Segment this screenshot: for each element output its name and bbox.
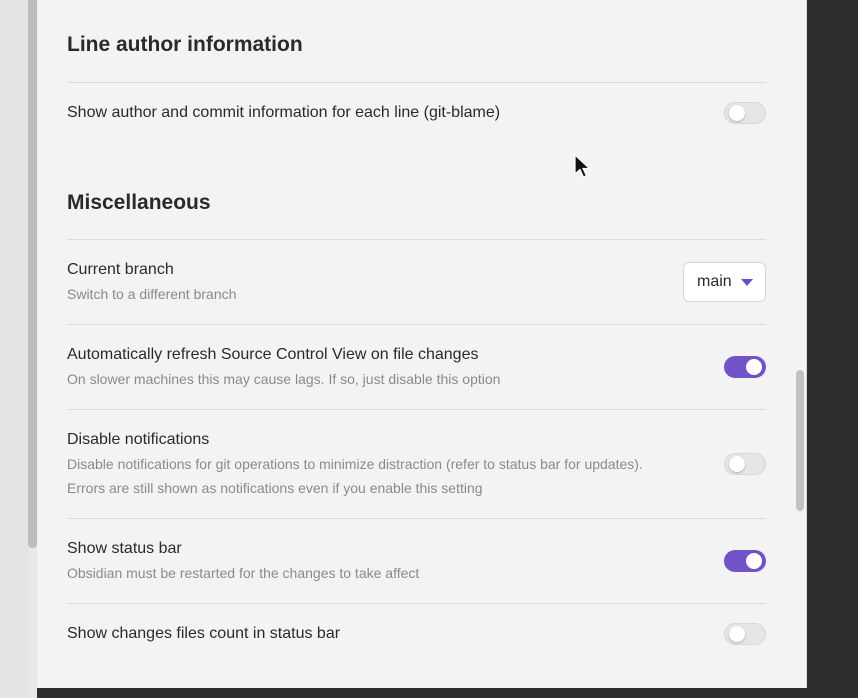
section-heading-miscellaneous: Miscellaneous	[67, 191, 211, 214]
divider	[67, 518, 766, 519]
divider	[67, 239, 766, 240]
setting-description: Errors are still shown as notifications …	[67, 480, 483, 496]
settings-scrollbar[interactable]	[796, 370, 804, 511]
status-bar-toggle[interactable]	[724, 550, 766, 572]
divider	[67, 603, 766, 604]
disable-notifications-toggle[interactable]	[724, 453, 766, 475]
setting-name: Automatically refresh Source Control Vie…	[67, 346, 479, 363]
setting-description: On slower machines this may cause lags. …	[67, 371, 501, 387]
divider	[67, 82, 766, 83]
setting-description: Switch to a different branch	[67, 286, 237, 302]
setting-name: Show status bar	[67, 540, 182, 557]
toggle-knob	[746, 553, 762, 569]
divider	[67, 409, 766, 410]
setting-name: Show author and commit information for e…	[67, 104, 501, 121]
left-sidebar-edge	[0, 0, 28, 698]
chevron-down-icon	[741, 279, 753, 286]
setting-description: Disable notifications for git operations…	[67, 456, 643, 472]
setting-name: Show changes files count in status bar	[67, 625, 341, 642]
setting-description: Obsidian must be restarted for the chang…	[67, 565, 420, 581]
changes-count-toggle[interactable]	[724, 623, 766, 645]
branch-dropdown-value: main	[697, 273, 732, 290]
mouse-cursor-icon	[574, 154, 592, 178]
git-blame-toggle[interactable]	[724, 102, 766, 124]
toggle-knob	[729, 456, 745, 472]
settings-panel: Line author information Show author and …	[37, 0, 807, 688]
toggle-knob	[729, 626, 745, 642]
section-heading-line-author: Line author information	[67, 33, 303, 56]
app-background	[806, 0, 858, 698]
setting-name: Disable notifications	[67, 431, 210, 448]
branch-dropdown[interactable]: main	[683, 262, 766, 302]
app-background-bottom	[37, 688, 806, 698]
sidebar-scrollbar[interactable]	[28, 0, 37, 548]
setting-name: Current branch	[67, 261, 174, 278]
divider	[67, 324, 766, 325]
toggle-knob	[729, 105, 745, 121]
auto-refresh-toggle[interactable]	[724, 356, 766, 378]
toggle-knob	[746, 359, 762, 375]
